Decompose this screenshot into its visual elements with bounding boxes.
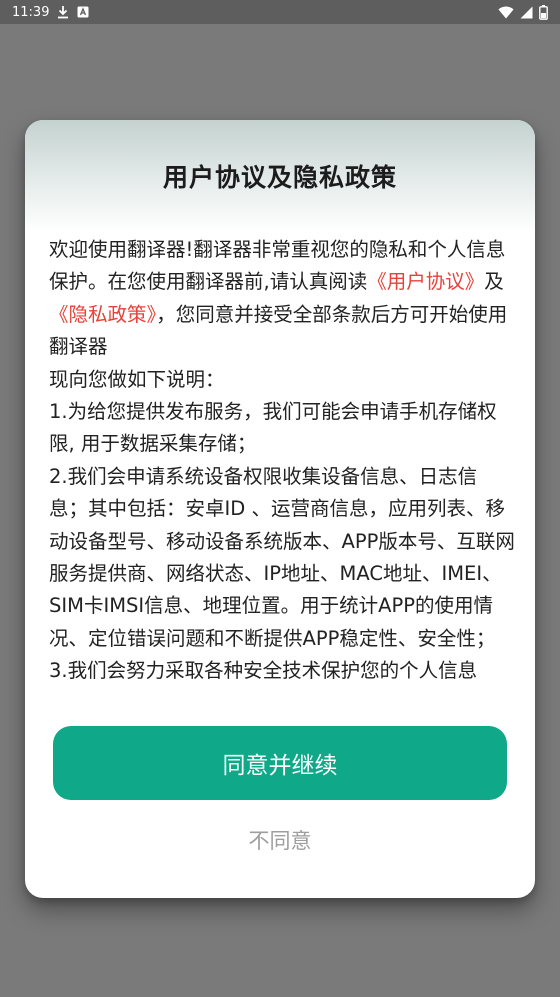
dialog-content-scroll[interactable]: 欢迎使用翻译器!翻译器非常重视您的隐私和个人信息保护。在您使用翻译器前,请认真阅… (49, 232, 515, 704)
privacy-dialog: 用户协议及隐私政策 欢迎使用翻译器!翻译器非常重视您的隐私和个人信息保护。在您使… (25, 120, 535, 898)
intro-paragraph: 欢迎使用翻译器!翻译器非常重视您的隐私和个人信息保护。在您使用翻译器前,请认真阅… (49, 234, 515, 364)
disagree-button[interactable]: 不同意 (25, 820, 535, 860)
explain-heading: 现向您做如下说明： (49, 367, 225, 391)
user-agreement-link[interactable]: 《用户协议》 (367, 270, 484, 293)
list-item: 1.为给您提供发布服务，我们可能会申请手机存储权限, 用于数据采集存储； (49, 400, 497, 456)
clock: 11:39 (12, 4, 50, 20)
download-icon (57, 5, 69, 19)
a-notification-icon (77, 6, 89, 18)
wifi-icon (498, 6, 514, 19)
status-bar: 11:39 (0, 0, 560, 24)
cell-signal-icon (520, 6, 533, 19)
privacy-policy-link[interactable]: 《隐私政策》 (49, 303, 156, 326)
and-text: 及 (484, 270, 504, 294)
agree-button[interactable]: 同意并继续 (53, 726, 507, 800)
dialog-title: 用户协议及隐私政策 (162, 163, 397, 192)
battery-icon (539, 4, 548, 20)
list-item: 2.我们会申请系统设备权限收集设备信息、日志信息；其中包括：安卓ID 、运营商信… (49, 464, 515, 650)
list-item: 3.我们会努力采取各种安全技术保护您的个人信息 (49, 659, 478, 683)
